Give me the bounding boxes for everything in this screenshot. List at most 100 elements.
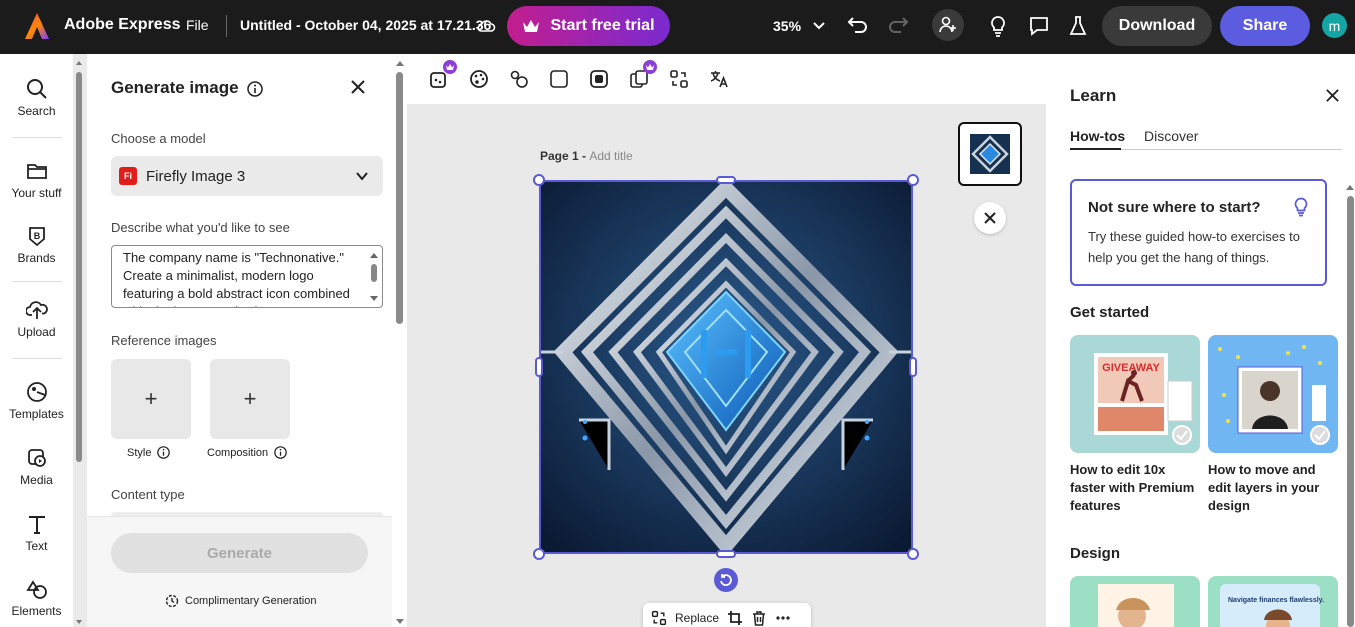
rail-item-upload[interactable]: Upload: [0, 299, 73, 339]
howto-card-premium-image[interactable]: GIVEAWAY: [1070, 335, 1200, 453]
close-icon[interactable]: [350, 79, 366, 95]
resize-handle-right[interactable]: [909, 357, 917, 377]
design-card-2-image[interactable]: Navigate finances flawlessly.: [1208, 576, 1338, 627]
learn-title: Learn: [1070, 86, 1117, 105]
panel-scroll-thumb[interactable]: [396, 72, 403, 324]
rail-scroll-thumb[interactable]: [76, 72, 82, 462]
design-card-2-art-text: Navigate finances flawlessly.: [1228, 597, 1324, 604]
more-icon[interactable]: [775, 610, 791, 626]
info-icon[interactable]: [157, 446, 171, 459]
info-icon[interactable]: [274, 446, 287, 459]
rail-item-media[interactable]: Media: [0, 447, 73, 487]
scroll-up-icon[interactable]: [369, 251, 379, 259]
crown-icon: [523, 20, 540, 32]
crop-icon[interactable]: [727, 610, 743, 626]
elements-icon: [25, 580, 47, 599]
replace-icon[interactable]: [669, 69, 689, 89]
tab-discover[interactable]: Discover: [1144, 128, 1198, 144]
rail-divider: [12, 281, 62, 282]
design-card-1-image[interactable]: [1070, 576, 1200, 627]
remove-background-icon[interactable]: [509, 69, 529, 89]
page-number: Page 1 -: [540, 149, 590, 163]
undo-icon[interactable]: [847, 14, 869, 36]
style-reference-tile[interactable]: +: [111, 359, 191, 439]
design-heading: Design: [1070, 545, 1121, 562]
howto-card-layers-title[interactable]: How to move and edit layers in your desi…: [1208, 461, 1340, 515]
rail-item-templates[interactable]: Templates: [0, 381, 73, 421]
rail-item-brands[interactable]: B Brands: [0, 225, 73, 265]
page-label: Page 1 - Add title: [540, 149, 633, 163]
rail-label-elements: Elements: [11, 604, 62, 618]
prompt-scroll-thumb[interactable]: [371, 264, 377, 282]
model-label: Choose a model: [111, 131, 206, 146]
resize-handle-bottom-right[interactable]: [907, 548, 919, 560]
start-free-trial-label: Start free trial: [550, 17, 655, 34]
scroll-down-icon[interactable]: [369, 295, 379, 303]
rail-divider: [12, 358, 62, 359]
resize-handle-top-right[interactable]: [907, 174, 919, 186]
rail-item-text[interactable]: Text: [0, 513, 73, 553]
adobe-express-logo-icon[interactable]: [24, 12, 50, 40]
tip-title: Not sure where to start?: [1088, 199, 1261, 216]
comment-icon[interactable]: [1028, 15, 1050, 37]
model-value: Firefly Image 3: [146, 167, 246, 185]
composition-reference-tile[interactable]: +: [210, 359, 290, 439]
active-tab-indicator: [1070, 148, 1121, 150]
rail-label-text: Text: [25, 539, 48, 553]
generate-button[interactable]: Generate: [111, 533, 368, 573]
resize-handle-bottom-left[interactable]: [533, 548, 545, 560]
start-free-trial-button[interactable]: Start free trial: [507, 6, 670, 46]
palette-icon[interactable]: [469, 69, 489, 89]
premium-crown-icon: [643, 60, 657, 74]
learn-scroll-thumb[interactable]: [1347, 196, 1354, 627]
shape-crop-icon[interactable]: [549, 69, 569, 89]
rail-divider: [12, 137, 62, 138]
resize-handle-top-left[interactable]: [533, 174, 545, 186]
rail-label-search: Search: [17, 104, 56, 118]
rail-item-your-stuff[interactable]: Your stuff: [0, 160, 73, 200]
rotate-handle[interactable]: [714, 568, 738, 592]
resize-handle-bottom[interactable]: [716, 550, 736, 558]
model-select[interactable]: Fi Firefly Image 3: [111, 156, 383, 196]
rail-item-search[interactable]: Search: [0, 78, 73, 118]
mask-icon[interactable]: [589, 69, 609, 89]
lightbulb-icon[interactable]: [988, 15, 1008, 37]
tab-how-tos[interactable]: How-tos: [1070, 128, 1125, 144]
chevron-down-icon[interactable]: [812, 18, 826, 32]
rotate-icon: [720, 574, 732, 586]
add-person-icon: [939, 16, 956, 33]
timer-icon: [165, 594, 179, 608]
info-icon[interactable]: [247, 81, 263, 97]
document-title[interactable]: Untitled - October 04, 2025 at 17.21.36: [240, 17, 491, 33]
howto-card-premium-title[interactable]: How to edit 10x faster with Premium feat…: [1070, 461, 1202, 515]
rail-item-elements[interactable]: Elements: [0, 578, 73, 618]
avatar[interactable]: m: [1322, 13, 1347, 38]
translate-icon[interactable]: [709, 69, 729, 89]
templates-icon: [26, 382, 47, 402]
replace-button[interactable]: Replace: [675, 611, 719, 625]
add-title-link[interactable]: Add title: [589, 149, 632, 163]
guided-howto-card[interactable]: Not sure where to start? Try these guide…: [1070, 179, 1327, 286]
trash-icon[interactable]: [751, 610, 767, 626]
close-thumbnail-button[interactable]: [974, 202, 1006, 234]
page-thumbnail[interactable]: [958, 122, 1022, 186]
resize-handle-left[interactable]: [535, 357, 543, 377]
flask-icon[interactable]: [1068, 15, 1088, 37]
download-button[interactable]: Download: [1102, 6, 1212, 46]
cloud-sync-icon[interactable]: [476, 16, 496, 36]
search-icon: [26, 79, 47, 99]
file-menu[interactable]: File: [186, 17, 209, 33]
generated-logo-image[interactable]: [539, 180, 913, 554]
top-bar: Adobe Express File Untitled - October 04…: [0, 0, 1355, 54]
close-icon[interactable]: [1325, 88, 1340, 103]
howto-card-layers-image[interactable]: [1208, 335, 1338, 453]
firefly-badge-icon: Fi: [119, 167, 137, 185]
left-rail: Search Your stuff B Brands Upload Templa…: [0, 54, 73, 627]
zoom-level[interactable]: 35%: [773, 18, 801, 34]
resize-handle-top[interactable]: [716, 176, 736, 184]
redo-icon[interactable]: [887, 14, 909, 36]
invite-button[interactable]: [932, 9, 964, 41]
share-button[interactable]: Share: [1220, 6, 1310, 46]
prompt-textarea[interactable]: The company name is "Technonative." Crea…: [111, 245, 383, 308]
replace-icon[interactable]: [651, 610, 667, 626]
